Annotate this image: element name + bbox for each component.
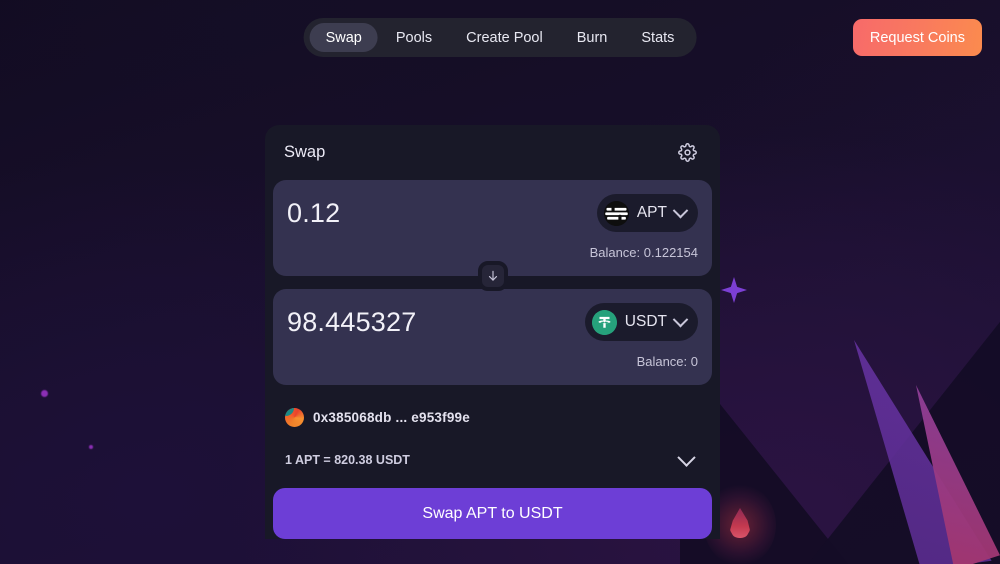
swap-card-header: Swap [273,125,712,180]
request-coins-button[interactable]: Request Coins [852,19,982,56]
chevron-down-icon [672,202,689,218]
swap-to-row: USDT [287,303,698,341]
gear-icon[interactable] [674,140,700,166]
swap-from-panel: APT Balance: 0.122154 [273,180,712,291]
chevron-down-icon [676,447,696,467]
exchange-rate-row: 1 APT = 820.38 USDT [273,431,712,475]
background-dot-1 [41,390,48,397]
wallet-address-row[interactable]: 0x385068db ... e953f99e [273,385,712,431]
flame-icon [704,484,776,564]
tab-swap[interactable]: Swap [309,23,378,52]
arrow-down-icon [488,270,497,281]
top-navigation-bar: Swap Pools Create Pool Burn Stats Reques… [0,0,1000,75]
swap-card-title: Swap [284,143,326,161]
swap-to-amount-input[interactable] [287,306,557,338]
sparkle-star-icon [721,277,747,303]
swap-from-row: APT [287,194,698,232]
tether-coin-icon [591,309,617,335]
swap-from-balance: Balance: 0.122154 [589,245,698,260]
tab-create-pool[interactable]: Create Pool [450,23,559,52]
swap-to-panel: USDT Balance: 0 [273,289,712,385]
aptos-coin-glyph [603,200,629,226]
chevron-down-icon [672,311,689,327]
swap-from-amount-input[interactable] [287,197,557,229]
exchange-rate-text: 1 APT = 820.38 USDT [285,453,410,467]
swap-to-balance: Balance: 0 [636,354,698,369]
tab-burn[interactable]: Burn [561,23,624,52]
tab-pools[interactable]: Pools [380,23,448,52]
swap-direction-button[interactable] [477,261,508,291]
background-dot-2 [89,445,93,449]
wallet-avatar-icon [285,407,304,427]
nav-tab-group: Swap Pools Create Pool Burn Stats [303,18,697,57]
swap-from-token-selector[interactable]: APT [596,194,698,232]
tab-stats[interactable]: Stats [625,23,690,52]
swap-from-token-symbol: APT [636,204,667,221]
swap-card: Swap 0.12 APT Balance: 0.122154 98.44532… [265,125,720,539]
wallet-address-text: 0x385068db ... e953f99e [313,409,470,425]
swap-submit-button[interactable]: Swap APT to USDT [273,488,712,539]
rate-details-toggle[interactable] [674,447,698,472]
aptos-coin-icon [603,200,629,226]
swap-to-token-selector[interactable]: USDT [584,303,698,341]
tether-coin-glyph [591,309,617,335]
swap-to-token-symbol: USDT [624,313,667,330]
gear-icon-glyph [677,143,697,162]
